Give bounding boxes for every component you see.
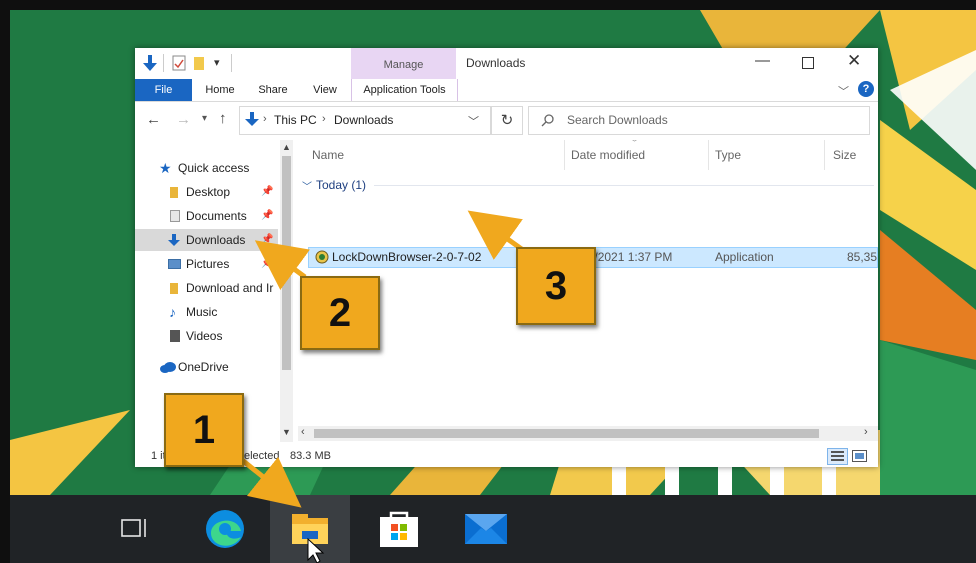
callout-3: 3 <box>516 247 596 325</box>
callout-arrows <box>230 210 525 508</box>
screen-frame: ▾ Manage Downloads — ✕ File Home Share V… <box>0 0 976 563</box>
callout-1: 1 <box>164 393 244 467</box>
callout-2: 2 <box>300 276 380 350</box>
callout-2-arrow <box>254 240 310 290</box>
